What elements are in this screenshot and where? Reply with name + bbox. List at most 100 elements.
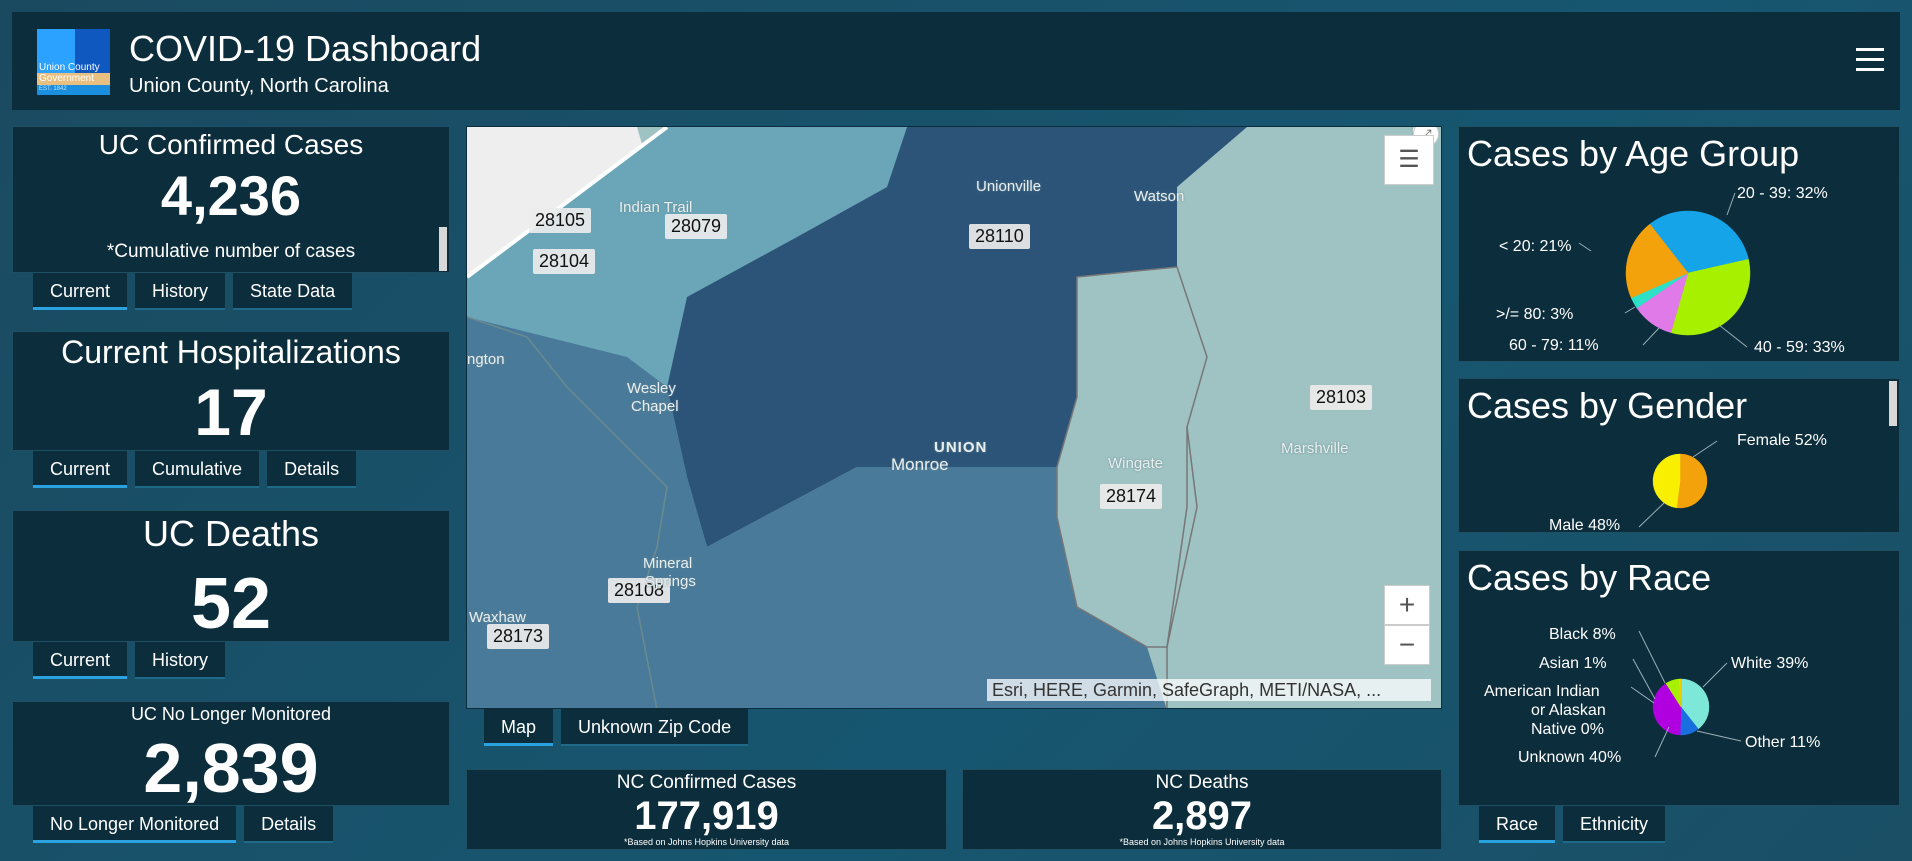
nc-confirmed-value: 177,919 <box>634 794 779 838</box>
tab-current[interactable]: Current <box>33 642 128 679</box>
nc-deaths-panel: NC Deaths 2,897 *Based on Johns Hopkins … <box>962 769 1442 850</box>
tab-cumulative[interactable]: Cumulative <box>135 451 260 488</box>
tab-details[interactable]: Details <box>244 806 334 843</box>
race-leader-line <box>1696 730 1742 742</box>
race-chart-panel: Cases by Race Black 8% Asian 1% American… <box>1458 550 1900 806</box>
race-label-white: White 39% <box>1731 655 1809 672</box>
race-leader-line <box>1702 662 1728 688</box>
zip-label-28105[interactable]: 28105 <box>529 208 592 233</box>
page-subtitle: Union County, North Carolina <box>129 75 389 97</box>
race-chart-tabs: Race Ethnicity <box>1479 806 1666 843</box>
uc-confirmed-panel: UC Confirmed Cases 4,236 *Cumulative num… <box>12 126 450 273</box>
age-label-under-20: < 20: 21% <box>1499 238 1572 255</box>
no-longer-monitored-title: UC No Longer Monitored <box>130 704 332 724</box>
zip-code-map[interactable]: 28105 28079 28104 28110 28103 28174 2810… <box>466 126 1442 709</box>
zip-label-28173[interactable]: 28173 <box>487 624 550 649</box>
place-union: UNION <box>934 439 988 456</box>
header-bar: Union County Government EST. 1842 COVID-… <box>12 12 1900 110</box>
nc-confirmed-panel: NC Confirmed Cases 177,919 *Based on Joh… <box>466 769 947 850</box>
gender-leader-line <box>1692 440 1718 458</box>
race-leader-line <box>1630 686 1655 704</box>
tab-current[interactable]: Current <box>33 451 128 488</box>
nc-deaths-value: 2,897 <box>1151 794 1253 838</box>
tab-map[interactable]: Map <box>484 709 554 746</box>
panel-scrollbar[interactable] <box>1889 381 1897 426</box>
place-unionville: Unionville <box>976 178 1042 195</box>
age-label-20-39: 20 - 39: 32% <box>1737 185 1828 202</box>
race-label-unknown: Unknown 40% <box>1518 749 1622 766</box>
legend-list-icon[interactable]: ☰ <box>1384 135 1434 185</box>
map-tabs: Map Unknown Zip Code <box>484 709 749 746</box>
panel-scrollbar[interactable] <box>439 227 447 271</box>
uc-confirmed-title: UC Confirmed Cases <box>98 129 364 160</box>
union-county-logo: Union County Government EST. 1842 <box>37 29 110 95</box>
race-label-asian: Asian 1% <box>1539 655 1607 672</box>
race-label-american-indian-3: Native 0% <box>1531 721 1604 738</box>
page-title: COVID-19 Dashboard <box>129 28 482 69</box>
age-leader-line <box>1718 324 1748 348</box>
gender-pie-chart <box>1638 440 1718 528</box>
race-leader-line <box>1654 726 1670 758</box>
hospitalizations-tabs: Current Cumulative Details <box>33 451 357 488</box>
tab-no-longer-monitored[interactable]: No Longer Monitored <box>33 806 237 843</box>
zip-label-28104[interactable]: 28104 <box>533 249 596 274</box>
place-indian-trail: Indian Trail <box>619 199 693 216</box>
uc-deaths-tabs: Current History <box>33 642 226 679</box>
uc-deaths-panel: UC Deaths 52 <box>12 510 450 644</box>
uc-confirmed-tabs: Current History State Data <box>33 273 353 310</box>
uc-deaths-value: 52 <box>190 564 272 644</box>
no-longer-monitored-tabs: No Longer Monitored Details <box>33 806 334 843</box>
race-label-other: Other 11% <box>1745 734 1821 751</box>
age-leader-line <box>1578 242 1592 252</box>
age-label-80-plus: >/= 80: 3% <box>1496 306 1574 323</box>
uc-confirmed-note: *Cumulative number of cases <box>106 241 356 262</box>
age-leader-line <box>1642 327 1660 346</box>
zip-label-28079[interactable]: 28079 <box>665 214 728 239</box>
place-mineral: Mineral <box>643 555 693 572</box>
age-leader-line <box>1726 192 1736 216</box>
gender-slice-male[interactable] <box>1652 453 1681 509</box>
place-springs: Springs <box>645 573 696 590</box>
map-attribution: Esri, HERE, Garmin, SafeGraph, METI/NASA… <box>987 679 1431 701</box>
place-monroe: Monroe <box>891 455 949 474</box>
tab-details[interactable]: Details <box>267 451 357 488</box>
hamburger-icon[interactable] <box>1856 48 1884 72</box>
gender-leader-line <box>1638 502 1665 528</box>
tab-race[interactable]: Race <box>1479 806 1556 843</box>
race-pie-chart <box>1630 630 1742 758</box>
gender-slice-female[interactable] <box>1676 453 1708 509</box>
zoom-in-button[interactable]: + <box>1384 585 1430 625</box>
race-label-american-indian-2: or Alaskan <box>1531 702 1606 719</box>
zip-label-28110[interactable]: 28110 <box>969 224 1030 249</box>
nc-deaths-note: *Based on Johns Hopkins University data <box>1119 837 1285 847</box>
zip-label-28174[interactable]: 28174 <box>1100 484 1163 509</box>
tab-current[interactable]: Current <box>33 273 128 310</box>
place-chapel: Chapel <box>631 398 679 415</box>
place-wesley: Wesley <box>627 380 676 397</box>
race-leader-line <box>1638 630 1666 684</box>
tab-unknown-zip-code[interactable]: Unknown Zip Code <box>561 709 749 746</box>
zip-label-28103[interactable]: 28103 <box>1310 385 1373 410</box>
race-leader-line <box>1632 658 1656 700</box>
zoom-out-button[interactable]: − <box>1384 625 1430 665</box>
age-label-60-79: 60 - 79: 11% <box>1509 337 1599 354</box>
nc-confirmed-note: *Based on Johns Hopkins University data <box>623 837 790 847</box>
tab-history[interactable]: History <box>135 642 226 679</box>
hospitalizations-value: 17 <box>194 375 268 449</box>
age-leader-line <box>1624 306 1636 314</box>
uc-deaths-title: UC Deaths <box>142 513 320 554</box>
place-lexington: ngton <box>467 351 505 368</box>
tab-history[interactable]: History <box>135 273 226 310</box>
hospitalizations-title: Current Hospitalizations <box>61 334 401 370</box>
race-label-american-indian-1: American Indian <box>1484 683 1600 700</box>
age-chart-panel: Cases by Age Group 20 - 39: 32% < 20: 21… <box>1458 126 1900 362</box>
place-wingate: Wingate <box>1108 455 1164 472</box>
gender-label-female: Female 52% <box>1737 432 1827 449</box>
no-longer-monitored-panel: UC No Longer Monitored 2,839 <box>12 701 450 807</box>
tab-state-data[interactable]: State Data <box>233 273 353 310</box>
age-label-40-59: 40 - 59: 33% <box>1754 339 1845 356</box>
uc-confirmed-value: 4,236 <box>160 164 302 227</box>
race-label-black: Black 8% <box>1549 626 1616 643</box>
tab-ethnicity[interactable]: Ethnicity <box>1563 806 1666 843</box>
place-marshville: Marshville <box>1281 440 1349 457</box>
